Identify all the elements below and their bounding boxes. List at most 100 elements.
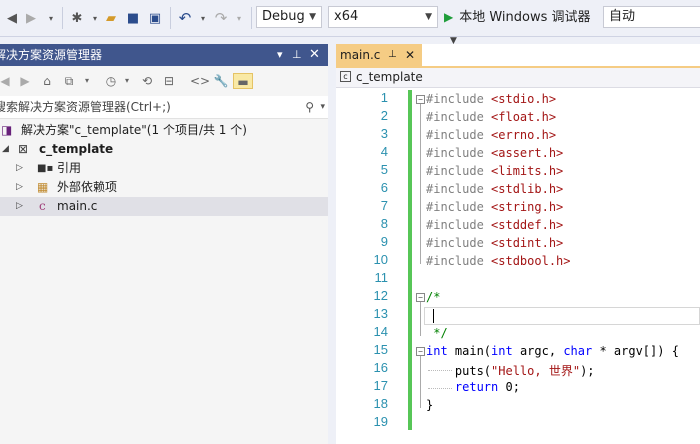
code-line: #include <stdint.h> (426, 236, 563, 250)
save-all-icon[interactable]: ▣ (146, 9, 164, 27)
search-icon[interactable]: ⚲ (305, 96, 314, 118)
search-options-icon[interactable]: ▾ (320, 96, 325, 118)
panel-splitter[interactable] (328, 44, 336, 444)
external-deps-label: 外部依赖项 (57, 180, 118, 194)
expanded-icon[interactable]: ◢ (2, 140, 9, 159)
sync-icon[interactable]: ⟲ (138, 73, 156, 89)
references-label: 引用 (57, 161, 82, 175)
tree-item-project[interactable]: ◢ ⊠ c_template (0, 140, 328, 159)
string-literal: "Hello, 世界" (491, 364, 581, 378)
platform-select[interactable]: x64 ▼ (328, 6, 438, 28)
close-icon[interactable]: ✕ (405, 44, 415, 66)
open-folder-icon[interactable]: ▰ (102, 9, 120, 27)
line-number: 14 (373, 324, 388, 339)
preprocessor: #include (426, 218, 492, 232)
toolbar-divider (170, 7, 171, 29)
preprocessor: #include (426, 236, 492, 250)
solution-explorer-toolbar: ◀ ▶ ⌂ ⧉ ▾ ◷ ▾ ⟲ ⊟ <> 🔧 ▬ (0, 66, 328, 97)
include-path: <assert.h> (491, 146, 564, 160)
tree-item-references[interactable]: ▷ ■▪ 引用 (0, 159, 328, 178)
show-all-files-icon[interactable]: <> (190, 73, 210, 89)
undo-icon[interactable]: ↶ (176, 9, 194, 27)
new-item-icon[interactable]: ✱ (68, 9, 86, 27)
collapsed-icon[interactable]: ▷ (16, 178, 23, 197)
properties-icon[interactable]: 🔧 (212, 73, 230, 89)
save-icon[interactable]: ■ (124, 9, 142, 27)
fold-guide (420, 104, 421, 264)
switch-views-dropdown-icon[interactable]: ▾ (78, 73, 96, 89)
line-number: 4 (380, 144, 388, 159)
collapse-region-icon[interactable]: − (416, 293, 425, 302)
solution-search-box[interactable]: 搜索解决方案资源管理器(Ctrl+;) ⚲ ▾ (0, 96, 328, 119)
forward-icon[interactable]: ▶ (22, 9, 40, 27)
line-number: 16 (373, 360, 388, 375)
tree-item-external-deps[interactable]: ▷ ▦ 外部依赖项 (0, 178, 328, 197)
start-debugging-button[interactable]: ▶ 本地 Windows 调试器▼ (444, 6, 602, 46)
text-caret (433, 309, 434, 323)
search-input[interactable]: 搜索解决方案资源管理器(Ctrl+;) (0, 96, 171, 118)
keyword: return (454, 380, 499, 394)
change-indicator (408, 90, 412, 430)
configuration-select[interactable]: Debug ▼ (256, 6, 322, 28)
back-icon[interactable]: ◀ (3, 9, 21, 27)
tree-item-solution[interactable]: ◨ 解决方案"c_template"(1 个项目/共 1 个) (0, 121, 328, 140)
switch-views-icon[interactable]: ⧉ (60, 73, 78, 89)
play-icon: ▶ (444, 10, 454, 24)
collapse-region-icon[interactable]: − (416, 95, 425, 104)
forward-icon[interactable]: ▶ (16, 73, 34, 89)
line-number: 8 (380, 216, 388, 231)
pending-changes-dropdown-icon[interactable]: ▾ (118, 73, 136, 89)
undo-dropdown-icon[interactable]: ▾ (194, 9, 212, 27)
panel-title: 解决方案资源管理器 (0, 48, 103, 62)
references-icon: ■▪ (37, 163, 54, 174)
preprocessor: #include (426, 128, 492, 142)
redo-icon[interactable]: ↷ (212, 9, 230, 27)
code-area[interactable]: 1 2 3 4 5 6 7 8 9 10 11 12 13 14 15 16 1… (336, 88, 700, 444)
preprocessor: #include (426, 182, 492, 196)
pin-icon[interactable]: ⊥ (292, 44, 302, 66)
include-path: <float.h> (491, 110, 557, 124)
back-icon[interactable]: ◀ (0, 73, 14, 89)
line-number: 13 (373, 306, 388, 321)
code-text: argc, (512, 344, 564, 358)
home-icon[interactable]: ⌂ (38, 73, 56, 89)
include-path: <limits.h> (491, 164, 564, 178)
code-text: puts( (426, 364, 492, 378)
code-line: #include <stdlib.h> (426, 182, 563, 196)
line-number: 9 (380, 234, 388, 249)
collapse-region-icon[interactable]: − (416, 347, 425, 356)
solution-explorer-panel: 解决方案资源管理器 ▾ ⊥ ✕ ◀ ▶ ⌂ ⧉ ▾ ◷ ▾ ⟲ ⊟ <> 🔧 ▬… (0, 44, 328, 444)
code-line: #include <limits.h> (426, 164, 563, 178)
code-line: #include <stdio.h> (426, 92, 556, 106)
code-line: int main(int argc, char * argv[]) { (426, 344, 679, 358)
code-text: 0; (498, 380, 520, 394)
code-line: #include <float.h> (426, 110, 556, 124)
code-line: #include <string.h> (426, 200, 563, 214)
navigation-bar[interactable]: c c_template (336, 68, 700, 88)
tab-main-c[interactable]: main.c ⊥ ✕ (336, 44, 422, 66)
preprocessor: #include (426, 110, 492, 124)
code-text: main( (447, 344, 492, 358)
close-icon[interactable]: ✕ (309, 44, 320, 66)
code-editor: main.c ⊥ ✕ c c_template 1 2 3 4 5 6 7 8 … (336, 44, 700, 444)
collapsed-icon[interactable]: ▷ (16, 159, 23, 178)
keyword: int (491, 344, 513, 358)
code-line: #include <assert.h> (426, 146, 563, 160)
solution-explorer-titlebar: 解决方案资源管理器 ▾ ⊥ ✕ (0, 44, 328, 66)
fold-guide (420, 302, 421, 336)
collapsed-icon[interactable]: ▷ (16, 197, 23, 216)
panel-menu-icon[interactable]: ▾ (277, 44, 283, 66)
collapse-all-icon[interactable]: ⊟ (160, 73, 178, 89)
line-number: 10 (373, 252, 388, 267)
pin-icon[interactable]: ⊥ (388, 44, 397, 66)
line-number: 5 (380, 162, 388, 177)
redo-dropdown-icon[interactable]: ▾ (230, 9, 248, 27)
toolbar-divider (251, 7, 252, 29)
auto-select[interactable]: 自动 (603, 6, 700, 28)
tree-item-main-c[interactable]: ▷ c main.c (0, 197, 328, 216)
auto-value: 自动 (609, 9, 636, 24)
nav-dropdown-icon[interactable]: ▾ (42, 9, 60, 27)
include-path: <errno.h> (491, 128, 557, 142)
preview-icon[interactable]: ▬ (233, 73, 253, 89)
